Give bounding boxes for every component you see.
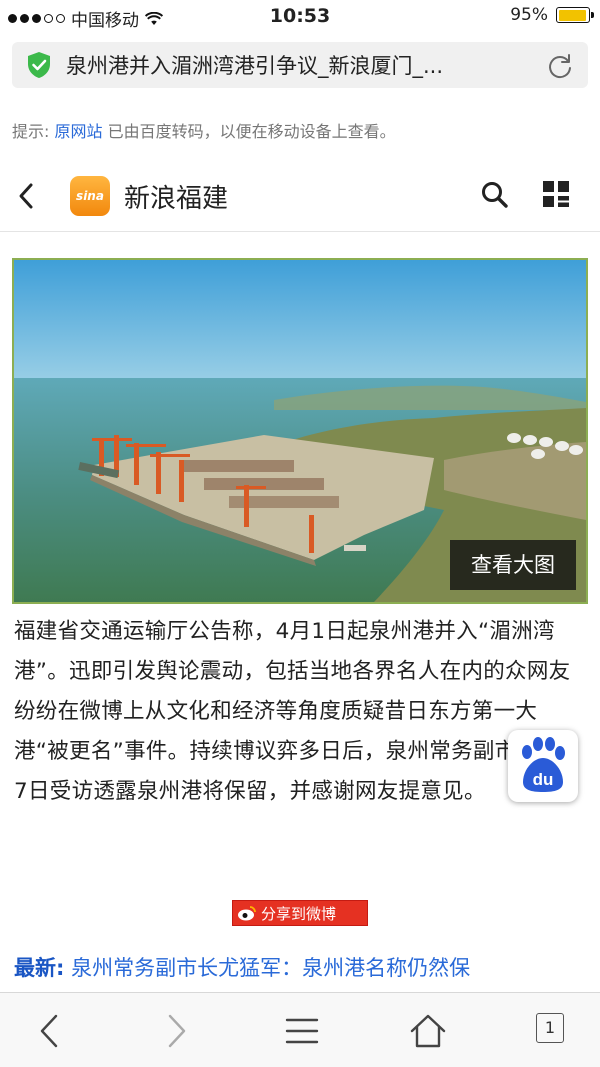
baidu-float-button[interactable]: du <box>508 730 578 802</box>
hint-prefix: 提示: <box>12 122 50 141</box>
address-bar[interactable]: 泉州港并入湄洲湾港引争议_新浪厦门_... <box>12 42 588 88</box>
sina-logo[interactable]: sina <box>70 176 110 216</box>
browser-toolbar <box>0 992 600 1067</box>
battery-icon <box>556 7 594 23</box>
reload-icon[interactable] <box>546 52 574 80</box>
menu-icon[interactable] <box>282 1011 322 1051</box>
site-header: sina 新浪福建 <box>0 160 600 232</box>
transcode-hint: 提示: 原网站 已由百度转码，以便在移动设备上查看。 <box>12 118 396 142</box>
battery-fill <box>558 9 587 21</box>
latest-text[interactable]: 泉州常务副市长尤猛军：泉州港名称仍然保 <box>71 956 470 980</box>
nav-back-icon[interactable] <box>30 1011 70 1051</box>
home-icon[interactable] <box>408 1011 448 1051</box>
status-bar: 中国移动 10:53 95% <box>0 0 600 34</box>
baidu-du-text: du <box>533 770 554 789</box>
hint-text: 已由百度转码，以便在移动设备上查看。 <box>107 122 396 141</box>
article-photo[interactable]: 查看大图 <box>12 258 588 604</box>
tab-count-button[interactable]: 1 <box>536 1013 564 1043</box>
share-to-weibo-button[interactable]: 分享到微博 <box>232 900 368 926</box>
battery-percent: 95% <box>510 5 548 25</box>
back-icon[interactable] <box>14 180 38 212</box>
share-label: 分享到微博 <box>261 905 337 923</box>
site-brand[interactable]: 新浪福建 <box>124 178 228 215</box>
grid-menu-icon[interactable] <box>542 180 570 208</box>
status-right: 95% <box>510 5 594 25</box>
article-body: 福建省交通运输厅公告称，4月1日起泉州港并入“湄洲湾港”。迅即引发舆论震动，包括… <box>14 619 575 804</box>
latest-news-link[interactable]: 最新: 泉州常务副市长尤猛军：泉州港名称仍然保 <box>14 952 594 982</box>
baidu-paw-icon: du <box>522 737 565 792</box>
page-title[interactable]: 泉州港并入湄洲湾港引争议_新浪厦门_... <box>66 50 516 80</box>
search-icon[interactable] <box>480 180 510 210</box>
view-large-image-button[interactable]: 查看大图 <box>450 540 576 590</box>
nav-forward-icon[interactable] <box>156 1011 196 1051</box>
weibo-icon <box>238 906 256 921</box>
latest-label: 最新: <box>14 956 65 980</box>
original-site-link[interactable]: 原网站 <box>55 122 103 141</box>
shield-check-icon <box>28 52 50 78</box>
